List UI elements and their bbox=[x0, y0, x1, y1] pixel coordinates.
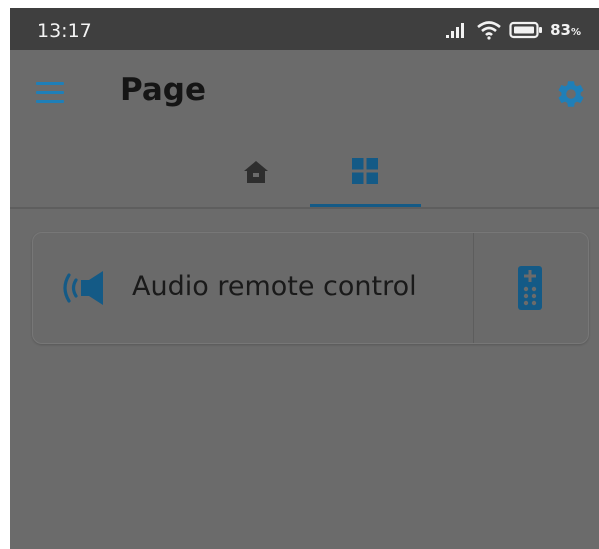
battery-icon bbox=[509, 21, 543, 39]
grid-icon bbox=[352, 158, 378, 184]
status-icons: 83% bbox=[445, 19, 581, 41]
tab-grid[interactable] bbox=[310, 136, 420, 208]
item-label: Audio remote control bbox=[132, 271, 417, 302]
home-icon bbox=[244, 161, 268, 183]
gear-icon[interactable] bbox=[555, 78, 587, 110]
remote-control-button[interactable] bbox=[474, 233, 588, 343]
speaker-icon bbox=[63, 271, 103, 305]
app-bar: Page bbox=[10, 50, 599, 136]
list-item: Audio remote control bbox=[32, 232, 589, 344]
status-time: 13:17 bbox=[37, 20, 92, 42]
audio-remote-control-item[interactable]: Audio remote control bbox=[33, 233, 473, 343]
phone-screen: 13:17 83% Page Audio remote control bbox=[10, 8, 599, 549]
tab-divider bbox=[10, 207, 599, 209]
remote-control-icon bbox=[518, 266, 542, 310]
menu-icon[interactable] bbox=[36, 82, 66, 104]
tab-bar bbox=[10, 136, 599, 208]
status-bar: 13:17 83% bbox=[10, 8, 599, 50]
tab-home[interactable] bbox=[201, 136, 311, 208]
wifi-icon bbox=[477, 21, 501, 40]
page-title: Page bbox=[120, 72, 207, 108]
battery-percent: 83% bbox=[550, 21, 581, 39]
signal-icon bbox=[446, 23, 465, 38]
